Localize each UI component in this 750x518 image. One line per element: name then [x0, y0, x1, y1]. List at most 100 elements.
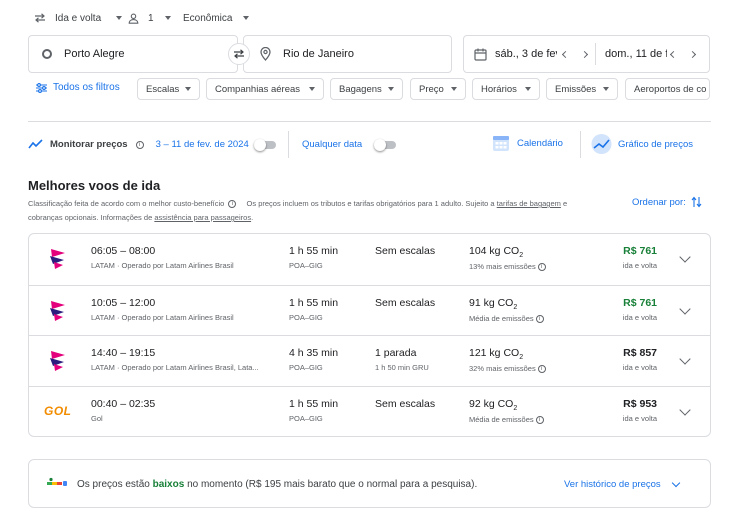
passenger-assistance-link[interactable]: assistência para passageiros [154, 213, 251, 222]
flight-row[interactable]: 10:05 – 12:00 LATAM · Operado por Latam … [29, 285, 710, 336]
chip-label: Bagagens [339, 83, 382, 95]
destination-field[interactable]: Rio de Janeiro [243, 35, 452, 73]
gol-logo: GOL [44, 404, 72, 418]
flight-co2: 91 kg CO2 [469, 297, 517, 311]
round-trip-icon [34, 13, 46, 23]
flight-times: 06:05 – 08:00 [91, 245, 156, 257]
expand-chevron-icon[interactable] [679, 404, 691, 416]
date-divider [595, 43, 596, 65]
info-icon[interactable]: i [135, 140, 144, 149]
chip-label: Aeroportos de co [634, 83, 707, 95]
filter-chip-price[interactable]: Preço [410, 78, 466, 100]
co2-subscript: 2 [513, 304, 518, 312]
emission-note-text: Média de emissões [469, 415, 534, 424]
destination-value: Rio de Janeiro [283, 48, 354, 60]
track-prices-toggle[interactable] [254, 139, 276, 151]
location-pin-icon [260, 47, 271, 61]
depart-date[interactable]: sáb., 3 de fev [495, 48, 557, 60]
flight-emission-note: 32% mais emissões i [469, 364, 546, 374]
origin-field[interactable]: Porto Alegre [28, 35, 238, 73]
all-filters-button[interactable]: Todos os filtros [36, 82, 120, 93]
flight-route: POA–GIG [289, 313, 323, 322]
flight-carrier: Gol [91, 414, 103, 423]
info-icon[interactable]: i [535, 315, 544, 324]
calendar-label: Calendário [517, 137, 563, 149]
expand-chevron-icon[interactable] [679, 353, 691, 365]
flight-route: POA–GIG [289, 261, 323, 270]
co2-subscript: 2 [513, 405, 518, 413]
cabin-class-select[interactable]: Econômica [183, 11, 250, 25]
return-prev-button[interactable] [669, 50, 678, 58]
info-icon[interactable]: i [537, 263, 546, 272]
flight-row[interactable]: 06:05 – 08:00 LATAM · Operado por Latam … [29, 234, 710, 285]
flight-duration: 1 h 55 min [289, 297, 339, 309]
info-icon[interactable]: i [537, 365, 546, 374]
price-graph-button[interactable]: Gráfico de preços [591, 134, 693, 154]
flight-row[interactable]: 14:40 – 19:15 LATAM · Operado por Latam … [29, 335, 710, 386]
sort-button[interactable]: Ordenar por: [632, 196, 702, 208]
passengers-count: 1 [148, 12, 154, 24]
flight-row[interactable]: GOL 00:40 – 02:35 Gol 1 h 55 min POA–GIG… [29, 386, 710, 437]
info-icon[interactable]: i [228, 200, 237, 209]
latam-logo-icon [49, 350, 67, 372]
any-date-toggle[interactable] [374, 139, 396, 151]
passengers-select[interactable]: 1 [128, 11, 171, 25]
chip-label: Preço [419, 83, 444, 95]
price-graph-label: Gráfico de preços [618, 138, 693, 150]
insight-post: no momento (R$ 195 mais barato que o nor… [187, 479, 478, 490]
swap-arrows-icon [233, 49, 245, 59]
filter-chip-times[interactable]: Horários [472, 78, 540, 100]
emission-note-text: 13% mais emissões [469, 262, 536, 271]
price-history-button[interactable]: Ver histórico de preços [564, 478, 680, 490]
price-history-label: Ver histórico de preços [564, 479, 661, 490]
chip-label: Horários [481, 83, 517, 95]
return-next-button[interactable] [688, 50, 697, 58]
flight-price: R$ 761 [623, 297, 657, 309]
price-insight-banner: Os preços estão baixos no momento (R$ 19… [28, 459, 711, 508]
co2-value: 121 kg CO [469, 347, 520, 359]
filter-chip-bags[interactable]: Bagagens [330, 78, 403, 100]
flight-price-note: ida e volta [622, 313, 657, 322]
filter-chip-stops[interactable]: Escalas [137, 78, 200, 100]
flight-route: POA–GIG [289, 414, 323, 423]
filter-chip-airlines[interactable]: Companhias aéreas [206, 78, 324, 100]
sort-label: Ordenar por: [632, 196, 686, 208]
info-icon[interactable]: i [535, 416, 544, 425]
depart-prev-button[interactable] [561, 50, 570, 58]
flight-carrier: LATAM · Operado por Latam Airlines Brasi… [91, 261, 234, 270]
cabin-class-label: Econômica [183, 12, 233, 24]
divider [288, 131, 289, 158]
chevron-down-icon [671, 478, 680, 488]
calendar-button[interactable]: Calendário [492, 134, 563, 152]
flight-stops: Sem escalas [375, 297, 436, 309]
trip-type-select[interactable]: Ida e volta [34, 11, 123, 25]
track-dates: 3 – 11 de fev. de 2024 [155, 139, 249, 150]
return-date[interactable]: dom., 11 de f [605, 48, 667, 60]
filter-chip-emissions[interactable]: Emissões [546, 78, 618, 100]
flight-emission-note: Média de emissões i [469, 314, 544, 324]
flight-carrier: LATAM · Operado por Latam Airlines Brasi… [91, 313, 234, 322]
chevron-down-icon [388, 87, 394, 91]
expand-chevron-icon[interactable] [679, 303, 691, 315]
filters-icon [36, 82, 47, 93]
expand-chevron-icon[interactable] [679, 251, 691, 263]
baggage-fees-link[interactable]: tarifas de bagagem [497, 199, 561, 208]
flight-results-list: 06:05 – 08:00 LATAM · Operado por Latam … [28, 233, 711, 437]
filter-chip-airports[interactable]: Aeroportos de co [625, 78, 710, 100]
flight-stops-detail: 1 h 50 min GRU [375, 363, 429, 372]
co2-value: 91 kg CO [469, 297, 514, 309]
depart-next-button[interactable] [580, 50, 589, 58]
trend-icon [28, 139, 44, 150]
insight-pre: Os preços estão [77, 479, 150, 490]
chevron-down-icon [164, 16, 171, 20]
price-tracking: Monitorar preços i 3 – 11 de fev. de 202… [28, 139, 249, 150]
swap-button[interactable] [228, 43, 250, 65]
co2-value: 104 kg CO [469, 245, 520, 257]
all-filters-label: Todos os filtros [53, 82, 120, 93]
flight-stops: Sem escalas [375, 245, 436, 257]
flight-carrier: LATAM · Operado por Latam Airlines Brasi… [91, 363, 259, 372]
dates-field: sáb., 3 de fev dom., 11 de f [463, 35, 710, 73]
flight-price: R$ 953 [623, 398, 657, 410]
flight-times: 00:40 – 02:35 [91, 398, 156, 410]
flight-stops: 1 parada [375, 347, 417, 359]
